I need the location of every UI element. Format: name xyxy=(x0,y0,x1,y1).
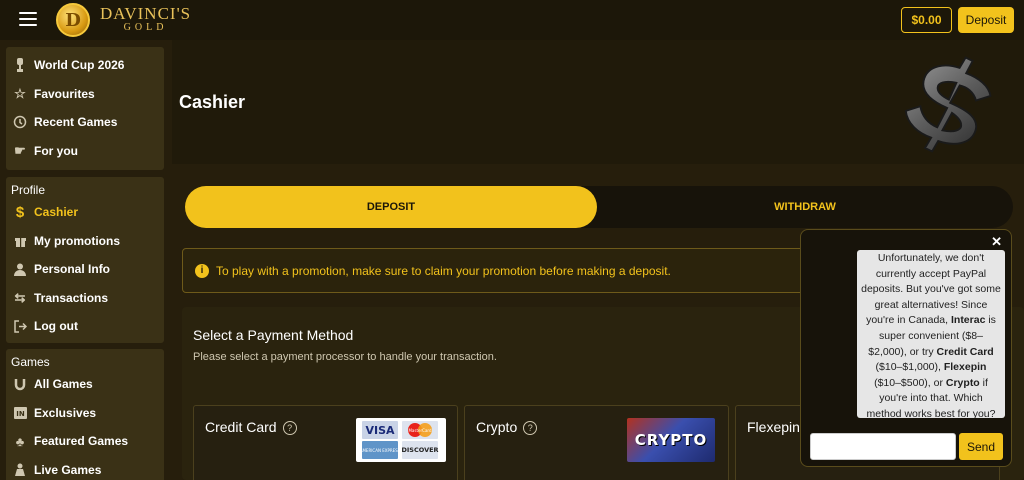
clover-icon: ♣ xyxy=(15,433,25,449)
sidebar-profile-section: Profile $ Cashier My promotions Personal… xyxy=(6,177,164,343)
sidebar-item-recent-games[interactable]: Recent Games xyxy=(6,108,164,137)
trophy-icon xyxy=(12,57,28,73)
info-icon: i xyxy=(195,263,209,278)
svg-text:VISA: VISA xyxy=(365,424,395,437)
sidebar-item-label: Favourites xyxy=(34,86,95,101)
crypto-logo: CRYPTO xyxy=(627,418,715,462)
sidebar-item-exclusives[interactable]: IN Exclusives xyxy=(6,399,164,428)
chat-message: Unfortunately, we don't currently accept… xyxy=(857,250,1005,418)
send-button[interactable]: Send xyxy=(959,433,1003,460)
chat-message-text: ($10–$1,000), xyxy=(875,361,944,374)
deposit-button[interactable]: Deposit xyxy=(958,7,1014,33)
sidebar-item-label: World Cup 2026 xyxy=(34,58,125,73)
logout-icon xyxy=(12,318,28,334)
svg-text:IN: IN xyxy=(16,410,25,418)
sidebar-item-personal-info[interactable]: Personal Info xyxy=(6,255,164,284)
gift-icon xyxy=(12,233,28,249)
logo-name: DAVINCI'S xyxy=(100,4,192,23)
transfer-icon: ⇆ xyxy=(14,289,26,305)
promotion-notice: i To play with a promotion, make sure to… xyxy=(182,248,842,293)
sidebar-item-label: Featured Games xyxy=(34,434,129,449)
dollar-sign-icon xyxy=(904,56,992,153)
history-icon xyxy=(12,114,28,130)
svg-text:AMERICAN EXPRESS: AMERICAN EXPRESS xyxy=(360,448,401,453)
payment-card-credit-card[interactable]: Credit Card? VISA MasterCard AMERICAN EX… xyxy=(193,405,458,480)
sidebar-item-world-cup[interactable]: World Cup 2026 xyxy=(6,51,164,80)
menu-icon[interactable] xyxy=(19,12,37,26)
sidebar-item-all-games[interactable]: All Games xyxy=(6,370,164,399)
logo[interactable]: DAVINCI'S GOLD xyxy=(100,5,191,33)
chat-widget: ✕ Unfortunately, we don't currently acce… xyxy=(800,229,1012,467)
close-icon[interactable]: ✕ xyxy=(991,234,1002,250)
tab-deposit[interactable]: DEPOSIT xyxy=(185,186,597,228)
sidebar-item-favourites[interactable]: ☆ Favourites xyxy=(6,80,164,109)
dollar-icon: $ xyxy=(15,203,25,221)
sidebar-item-featured-games[interactable]: ♣ Featured Games xyxy=(6,427,164,456)
payment-method-subtitle: Please select a payment processor to han… xyxy=(193,351,497,363)
top-bar: D DAVINCI'S GOLD $0.00 Deposit xyxy=(0,0,1024,40)
chat-message-text: ($10–$500), or xyxy=(874,376,946,389)
sidebar-games-section: Games All Games IN Exclusives ♣ Featured… xyxy=(6,349,164,480)
chat-message-highlight: Credit Card xyxy=(936,345,994,358)
sidebar-item-label: Personal Info xyxy=(34,262,111,277)
sidebar-item-label: All Games xyxy=(34,377,93,392)
card-brands-logo: VISA MasterCard AMERICAN EXPRESS DISCOVE… xyxy=(356,418,446,462)
horseshoe-icon xyxy=(12,376,28,392)
sidebar-item-label: Transactions xyxy=(34,290,109,305)
payment-name: Crypto xyxy=(476,419,518,435)
sidebar-item-label: Exclusives xyxy=(34,405,97,420)
sidebar-item-my-promotions[interactable]: My promotions xyxy=(6,227,164,256)
exclusive-badge-icon: IN xyxy=(12,405,28,421)
live-person-icon xyxy=(12,462,28,478)
help-icon[interactable]: ? xyxy=(282,421,297,435)
sidebar-item-label: Recent Games xyxy=(34,115,118,130)
page-header: Cashier xyxy=(172,40,1024,164)
notice-text: To play with a promotion, make sure to c… xyxy=(216,263,671,278)
chat-message-highlight: Crypto xyxy=(945,376,980,389)
payment-name: Credit Card xyxy=(205,419,277,435)
svg-text:DISCOVER: DISCOVER xyxy=(401,446,438,454)
sidebar-item-for-you[interactable]: ☛ For you xyxy=(6,137,164,166)
svg-text:MasterCard: MasterCard xyxy=(408,428,431,433)
payment-method-title: Select a Payment Method xyxy=(193,327,354,343)
sidebar-item-label: My promotions xyxy=(34,233,120,248)
logo-subname: GOLD xyxy=(123,22,168,33)
help-icon[interactable]: ? xyxy=(523,421,538,435)
sidebar-item-label: Log out xyxy=(34,319,78,334)
pointing-hand-icon: ☛ xyxy=(14,142,26,158)
chat-message-highlight: Flexepin xyxy=(943,361,987,374)
chat-message-highlight: Interac xyxy=(950,314,986,327)
sidebar-item-label: Cashier xyxy=(34,205,79,220)
sidebar-item-cashier[interactable]: $ Cashier xyxy=(6,198,164,227)
profile-heading: Profile xyxy=(11,183,46,197)
user-icon xyxy=(12,261,28,277)
sidebar-item-label: For you xyxy=(34,143,78,158)
cashier-tabs: DEPOSIT WITHDRAW xyxy=(185,186,1013,228)
logo-coin-icon[interactable]: D xyxy=(56,3,90,37)
payment-name: Flexepin xyxy=(747,419,800,435)
chat-input[interactable] xyxy=(810,433,956,460)
balance-button[interactable]: $0.00 xyxy=(901,7,952,33)
sidebar-item-transactions[interactable]: ⇆ Transactions xyxy=(6,284,164,313)
tab-withdraw[interactable]: WITHDRAW xyxy=(597,186,1013,228)
games-heading: Games xyxy=(11,355,50,369)
payment-card-crypto[interactable]: Crypto? CRYPTO xyxy=(464,405,729,480)
star-icon: ☆ xyxy=(14,85,26,101)
sidebar-item-log-out[interactable]: Log out xyxy=(6,312,164,341)
sidebar-item-live-games[interactable]: Live Games xyxy=(6,456,164,480)
sidebar-item-label: Live Games xyxy=(34,462,102,477)
page-title: Cashier xyxy=(179,92,246,112)
sidebar-main-section: World Cup 2026 ☆ Favourites Recent Games… xyxy=(6,47,164,170)
